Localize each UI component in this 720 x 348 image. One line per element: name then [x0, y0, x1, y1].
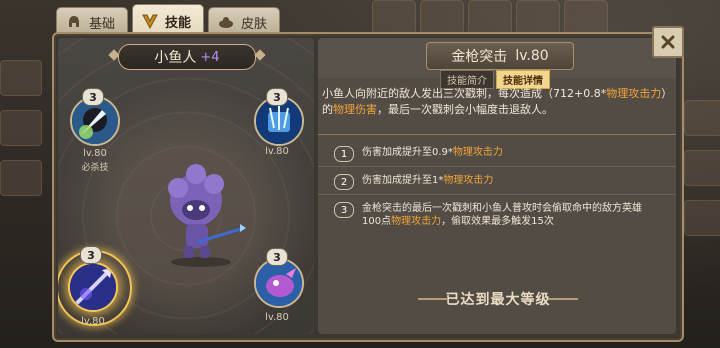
hero-star-plus: +4 [200, 49, 220, 65]
upgrade-text: 伤害加成提升至1*物理攻击力 [362, 175, 494, 186]
skill-description: 小鱼人向附近的敌人发出三次戳刺，每次造成（712+0.8*物理攻击力）的物理伤害… [322, 86, 670, 118]
divider [318, 166, 676, 167]
upgrade-number: 1 [334, 146, 354, 162]
upgrade-item: 2 伤害加成提升至1*物理攻击力 [322, 174, 672, 190]
bg-tile [684, 200, 720, 236]
bg-tile [372, 0, 416, 36]
skill-level: lv.80 [83, 148, 107, 159]
skill-rank-badge: 3 [82, 88, 104, 106]
bg-tile [0, 110, 42, 146]
hero-name-plate: 小鱼人 +4 [118, 44, 256, 70]
bg-tile [516, 0, 560, 36]
hero-skill-panel: 小鱼人 +4 3 lv.80 必杀技 3 lv.80 3 lv.80 3 lv.… [52, 32, 684, 342]
ornament [254, 49, 266, 61]
skill-rank-badge: 3 [266, 88, 288, 106]
divider [318, 134, 676, 135]
skill-rank-badge: 3 [80, 246, 102, 264]
fish-skill-icon [256, 260, 302, 306]
bg-tile [0, 60, 42, 96]
upgrade-number: 3 [334, 202, 354, 218]
hero-name: 小鱼人 [154, 50, 197, 66]
skill-level: lv.80 [265, 312, 289, 323]
helmet-icon [65, 13, 83, 31]
bg-tile [468, 0, 512, 36]
desc-highlight: 物理攻击力 [606, 87, 662, 100]
upgrade-item: 1 伤害加成提升至0.9*物理攻击力 [322, 146, 672, 162]
desc-text: 小鱼人向附近的敌人发出三次戳刺，每次造成（712+0.8* [322, 87, 607, 100]
bg-tile [420, 0, 464, 36]
skill-wheel: 小鱼人 +4 3 lv.80 必杀技 3 lv.80 3 lv.80 3 lv.… [58, 38, 314, 334]
skin-icon [217, 13, 235, 31]
skill-rank-badge: 3 [266, 248, 288, 266]
tab-basic-label: 基础 [89, 16, 116, 32]
upgrade-item: 3 金枪突击的最后一次戳刺和小鱼人普攻时会偷取命中的敌方英雄100点物理攻击力，… [322, 202, 672, 228]
bg-tile [0, 160, 42, 196]
close-icon [661, 35, 675, 49]
skill-level-text: lv.80 [515, 48, 549, 64]
upgrade-text: 伤害加成提升至0.9*物理攻击力 [362, 147, 503, 158]
skill-slot-3-selected[interactable] [68, 262, 118, 312]
upgrade-text: 金枪突击的最后一次戳刺和小鱼人普攻时会偷取命中的敌方英雄100点物理攻击力，偷取… [362, 203, 642, 227]
bg-tile [564, 0, 608, 36]
close-button[interactable] [652, 26, 684, 58]
bg-tile [684, 100, 720, 136]
max-level-label: 已达到最大等级 [445, 292, 551, 308]
tab-skills-label: 技能 [165, 15, 192, 31]
golden-spear-skill-icon [70, 264, 116, 310]
skill-detail: 金枪突击 lv.80 技能简介 技能详情 小鱼人向附近的敌人发出三次戳刺，每次造… [318, 38, 676, 334]
max-level-indicator: 已达到最大等级 [418, 286, 578, 312]
bg-tile [684, 150, 720, 186]
tab-skins-label: 皮肤 [241, 16, 268, 32]
skill-name: 金枪突击 [451, 49, 508, 65]
hero-portrait [168, 164, 246, 267]
ultimate-tag: 必杀技 [81, 163, 109, 173]
ornament-line [418, 298, 448, 300]
desc-text: ，最后一次戳刺会小幅度击退敌人。 [377, 103, 553, 116]
skill-crest-icon [141, 12, 159, 30]
skill-level: lv.80 [265, 146, 289, 157]
upgrade-number: 2 [334, 174, 354, 190]
divider [318, 194, 676, 195]
desc-highlight: 物理伤害 [333, 103, 377, 116]
ornament-line [548, 298, 578, 300]
skill-title-plate: 金枪突击 lv.80 [426, 42, 574, 70]
skill-level: lv.80 [81, 316, 105, 327]
